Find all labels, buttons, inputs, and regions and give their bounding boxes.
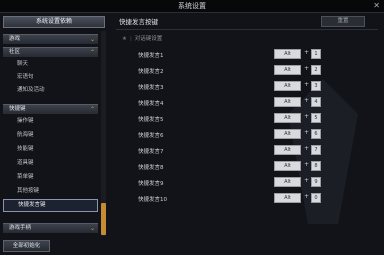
sidebar-item-sailing[interactable]: 航海键 [3, 129, 98, 142]
hotkey-row: 快捷发言3 Alt + 3 [116, 81, 378, 95]
key-button[interactable]: 9 [311, 177, 321, 187]
chevron-up-icon: ⌃ [89, 49, 95, 56]
hotkey-row: 快捷发言8 Alt + 8 [116, 161, 378, 175]
chat-key-option[interactable]: ★ | 对话键设置 [122, 34, 162, 42]
plus-sign: + [304, 145, 310, 152]
default-button[interactable]: 重置 [321, 16, 365, 27]
sidebar-header: 系统设置依赖 [3, 16, 105, 28]
plus-sign: + [304, 65, 310, 72]
hotkey-row: 快捷发言10 Alt + 0 [116, 193, 378, 207]
sidebar-item-item[interactable]: 道具键 [3, 157, 98, 170]
title-bar: 系统设置 ✕ [0, 0, 384, 13]
category-community[interactable]: 社区 ⌃ [3, 47, 98, 57]
hotkey-row: 快捷发言4 Alt + 4 [116, 97, 378, 111]
key-button[interactable]: 2 [311, 65, 321, 75]
key-button[interactable]: 8 [311, 161, 321, 171]
page-title: 快捷发言按键 [119, 18, 158, 26]
divider [116, 29, 378, 30]
modifier-key-button[interactable]: Alt [274, 113, 301, 123]
sidebar-item-other[interactable]: 其他按键 [3, 185, 98, 198]
plus-sign: + [304, 161, 310, 168]
star-icon: ★ [122, 36, 127, 42]
key-button[interactable]: 1 [311, 49, 321, 59]
category-label: 游戏手柄 [9, 225, 32, 231]
hotkey-row: 快捷发言5 Alt + 5 [116, 113, 378, 127]
category-gamepad[interactable]: 游戏手柄 ⌄ [3, 223, 98, 233]
sidebar-item-macro[interactable]: 宏语句 [3, 71, 98, 84]
chevron-down-icon: ⌄ [89, 225, 95, 232]
key-button[interactable]: 7 [311, 145, 321, 155]
plus-sign: + [304, 97, 310, 104]
close-icon[interactable]: ✕ [373, 1, 380, 10]
modifier-key-button[interactable]: Alt [274, 49, 301, 59]
hotkey-row: 快捷发言2 Alt + 2 [116, 65, 378, 79]
sidebar-scrollbar[interactable] [101, 31, 106, 236]
sidebar-item-quickchat[interactable]: 快捷发言键 [3, 199, 98, 212]
main-panel: 快捷发言按键 重置 ★ | 对话键设置 快捷发言1 Alt + 1 快捷发言2 Al… [116, 14, 384, 255]
hotkey-label: 快捷发言3 [138, 85, 164, 91]
modifier-key-button[interactable]: Alt [274, 177, 301, 187]
key-button[interactable]: 3 [311, 81, 321, 91]
reset-all-button[interactable]: 全部初始化 [3, 240, 50, 252]
hotkey-label: 快捷发言6 [138, 133, 164, 139]
key-button[interactable]: 6 [311, 129, 321, 139]
sidebar-item-notice[interactable]: 通知及活动 [3, 84, 98, 97]
hotkey-row: 快捷发言9 Alt + 9 [116, 177, 378, 191]
category-game[interactable]: 游戏 ⌄ [3, 34, 98, 44]
plus-sign: + [304, 129, 310, 136]
hotkey-label: 快捷发言10 [138, 197, 167, 203]
plus-sign: + [304, 81, 310, 88]
modifier-key-button[interactable]: Alt [274, 65, 301, 75]
hotkey-row: 快捷发言1 Alt + 1 [116, 49, 378, 63]
sidebar-item-operation[interactable]: 操作键 [3, 115, 98, 128]
hotkey-label: 快捷发言1 [138, 53, 164, 59]
plus-sign: + [304, 193, 310, 200]
sidebar-list: 游戏 ⌄ 社区 ⌃ 聊天 宏语句 通知及活动 快捷键 ⌃ 操作键 航海键 技能键… [3, 31, 98, 236]
category-label: 游戏 [9, 36, 21, 42]
category-label: 社区 [9, 49, 21, 55]
category-hotkeys[interactable]: 快捷键 ⌃ [3, 104, 98, 114]
sidebar: 系统设置依赖 游戏 ⌄ 社区 ⌃ 聊天 宏语句 通知及活动 快捷键 ⌃ 操作键 … [3, 14, 106, 236]
modifier-key-button[interactable]: Alt [274, 129, 301, 139]
key-button[interactable]: 5 [311, 113, 321, 123]
hotkey-row: 快捷发言7 Alt + 7 [116, 145, 378, 159]
hotkey-row: 快捷发言6 Alt + 6 [116, 129, 378, 143]
chevron-up-icon: ⌃ [89, 106, 95, 113]
chat-key-option-label: 对话键设置 [134, 36, 163, 42]
sidebar-item-chat[interactable]: 聊天 [3, 58, 98, 71]
plus-sign: + [304, 177, 310, 184]
scrollbar-thumb[interactable] [101, 203, 106, 235]
hotkey-label: 快捷发言5 [138, 117, 164, 123]
hotkey-label: 快捷发言9 [138, 181, 164, 187]
hotkey-label: 快捷发言8 [138, 165, 164, 171]
key-button[interactable]: 4 [311, 97, 321, 107]
hotkey-label: 快捷发言7 [138, 149, 164, 155]
window-title: 系统设置 [178, 2, 206, 10]
separator: | [129, 36, 132, 42]
modifier-key-button[interactable]: Alt [274, 145, 301, 155]
hotkey-label: 快捷发言2 [138, 69, 164, 75]
modifier-key-button[interactable]: Alt [274, 81, 301, 91]
modifier-key-button[interactable]: Alt [274, 193, 301, 203]
key-button[interactable]: 0 [311, 193, 321, 203]
modifier-key-button[interactable]: Alt [274, 161, 301, 171]
hotkey-label: 快捷发言4 [138, 101, 164, 107]
plus-sign: + [304, 49, 310, 56]
settings-window: 系统设置 ✕ 系统设置依赖 游戏 ⌄ 社区 ⌃ 聊天 宏语句 通知及活动 快捷键… [0, 0, 384, 255]
chevron-down-icon: ⌄ [89, 36, 95, 43]
sidebar-item-skill[interactable]: 技能键 [3, 143, 98, 156]
category-label: 快捷键 [9, 106, 26, 112]
plus-sign: + [304, 113, 310, 120]
sidebar-item-menu[interactable]: 菜单键 [3, 171, 98, 184]
modifier-key-button[interactable]: Alt [274, 97, 301, 107]
